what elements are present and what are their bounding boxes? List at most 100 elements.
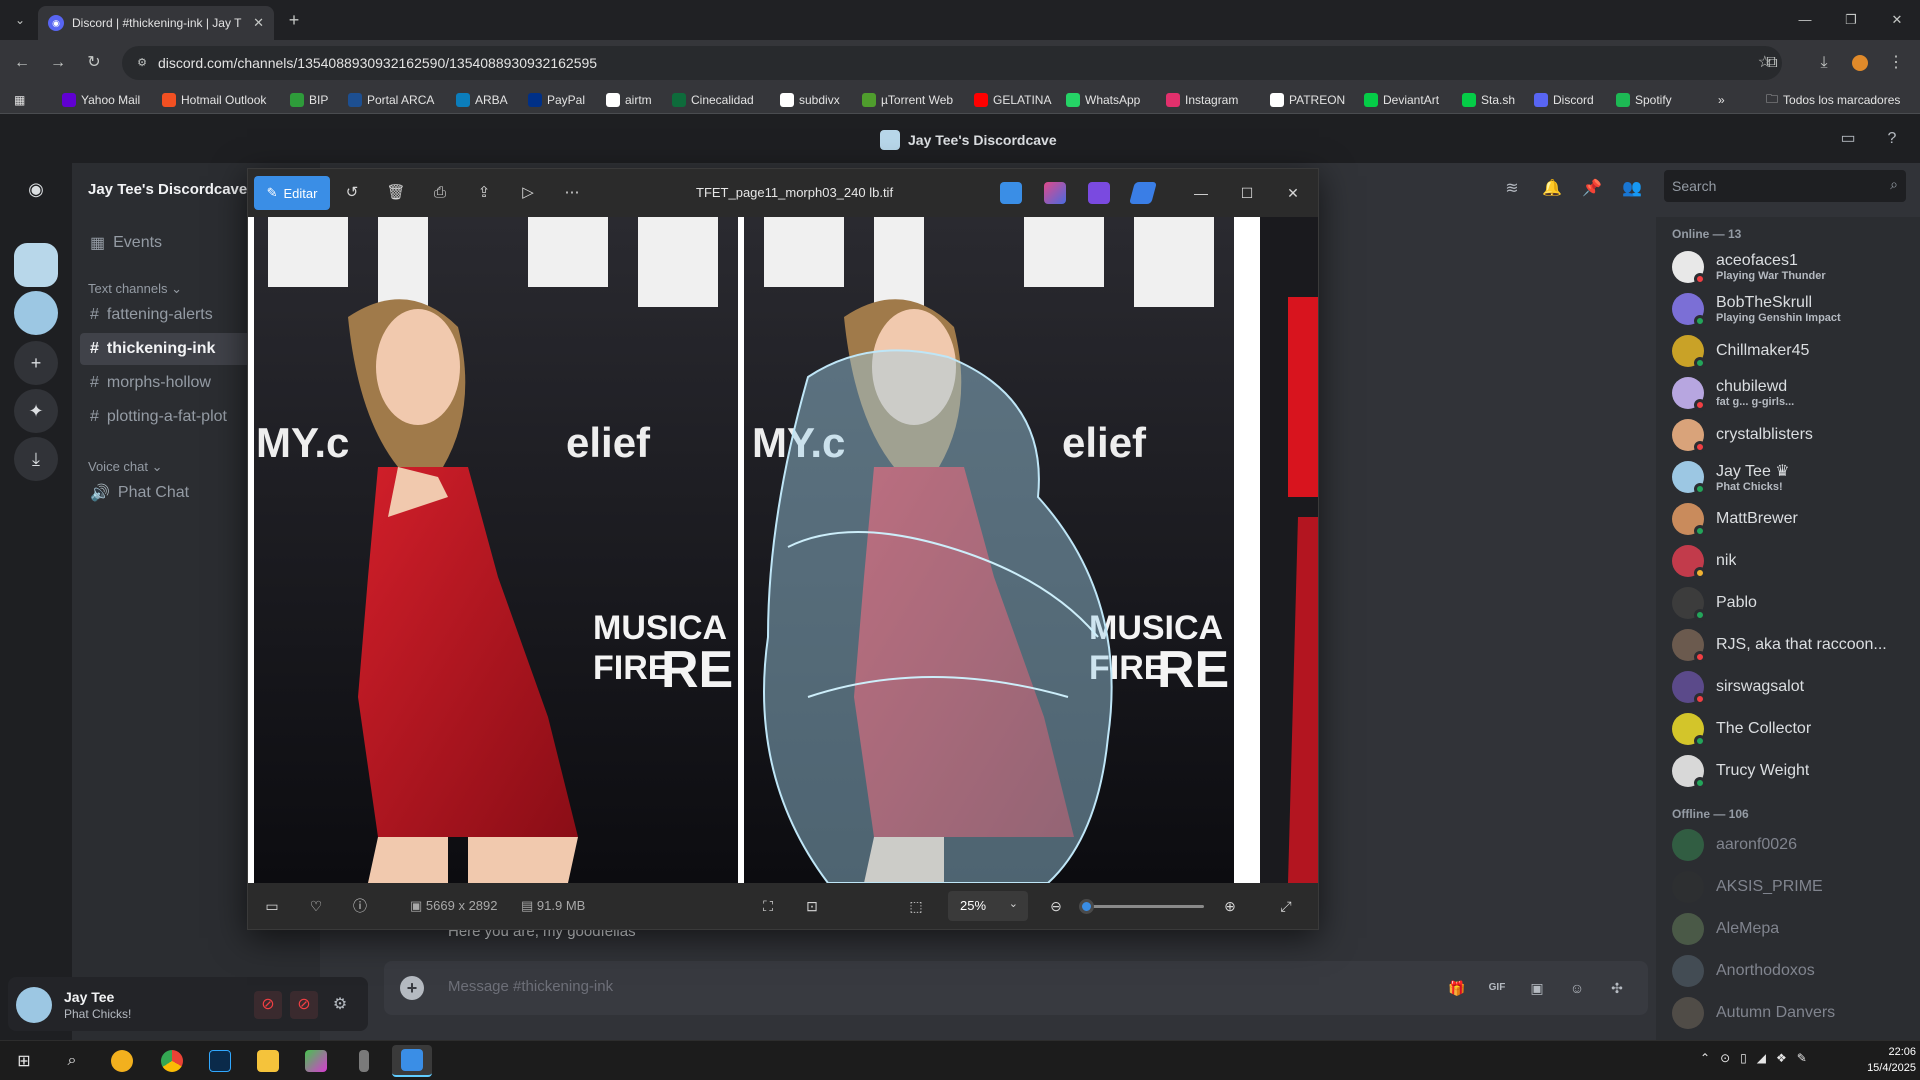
network-icon[interactable]: ◢ [1757, 1051, 1766, 1065]
start-windows-icon[interactable]: ⊞ [4, 1045, 44, 1077]
server-name[interactable]: Jay Tee's Discordcave [88, 181, 247, 198]
back-arrow-icon[interactable]: ← [10, 51, 34, 75]
bookmarks-overflow-icon[interactable]: » [1718, 91, 1725, 109]
taskbar-photos-icon[interactable] [392, 1045, 432, 1077]
browser-tab-active[interactable]: ◉ Discord | #thickening-ink | Jay T ✕ [38, 6, 274, 40]
notification-bell-icon[interactable]: 🔔 [1540, 177, 1564, 201]
member-item[interactable]: crystalblisters [1664, 415, 1912, 455]
zoom-level-dropdown[interactable]: 25% ⌄ [948, 891, 1028, 921]
bookmark-item[interactable]: Hotmail Outlook [162, 91, 266, 109]
tab-search-chevron-icon[interactable]: ⌄ [8, 8, 32, 32]
user-avatar[interactable] [16, 987, 52, 1023]
taskbar-audio-app-icon[interactable] [344, 1045, 384, 1077]
bookmark-item[interactable]: Instagram [1166, 91, 1238, 109]
member-item[interactable]: chubilewd fat g... g-girls... [1664, 373, 1912, 413]
voice-chat-category[interactable]: Voice chat ⌄ [88, 459, 163, 475]
sticker-icon[interactable]: ▣ [1524, 975, 1550, 1001]
reload-icon[interactable]: ↻ [82, 51, 106, 75]
help-icon[interactable]: ? [1880, 127, 1904, 151]
site-info-icon[interactable]: ⚙ [134, 55, 150, 71]
member-item[interactable]: AleMepa [1664, 909, 1912, 949]
bookmark-item[interactable]: Discord [1534, 91, 1594, 109]
edit-button[interactable]: ✎ Editar [254, 176, 330, 210]
discover-compass-icon[interactable]: ✦ [14, 389, 58, 433]
taskbar-chrome-icon[interactable] [152, 1045, 192, 1077]
tray-app-icon[interactable]: ⊙ [1720, 1051, 1730, 1065]
more-options-icon[interactable]: ⋯ [560, 181, 584, 205]
extensions-icon[interactable]: ⧉ [1760, 51, 1784, 75]
fullscreen-icon[interactable]: ⤢ [1274, 894, 1298, 918]
deafen-headphones-icon[interactable]: ⊘ [290, 991, 318, 1019]
zoom-in-icon[interactable]: ⊕ [1218, 894, 1242, 918]
gift-icon[interactable]: 🎁 [1444, 975, 1470, 1001]
zoom-slider[interactable] [1079, 899, 1204, 914]
bookmark-item[interactable]: subdivx [780, 91, 840, 109]
server-jay-tee[interactable] [14, 243, 58, 287]
add-server-icon[interactable]: + [14, 341, 58, 385]
discord-home-icon[interactable]: ◉ [14, 167, 58, 211]
image-canvas[interactable]: MY.c elief MUSICA FIRE RE MY.c elief MUS… [248, 217, 1318, 883]
emoji-icon[interactable]: ☺ [1564, 975, 1590, 1001]
pinned-messages-icon[interactable]: 📌 [1580, 177, 1604, 201]
bookmark-item[interactable]: Sta.sh [1462, 91, 1515, 109]
visual-search-icon[interactable]: ⛶ [756, 894, 780, 918]
onedrive-app-icon[interactable] [1129, 182, 1157, 204]
close-tab-icon[interactable]: ✕ [253, 15, 264, 31]
bookmark-item[interactable]: PayPal [528, 91, 585, 109]
fit-to-window-icon[interactable]: ⬚ [904, 894, 928, 918]
close-window-icon[interactable]: ✕ [1874, 8, 1920, 32]
designer-app-icon[interactable] [1044, 182, 1066, 204]
zoom-slider-thumb[interactable] [1079, 899, 1095, 914]
member-item[interactable]: BobTheSkrull Playing Genshin Impact [1664, 289, 1912, 329]
text-channels-category[interactable]: Text channels ⌄ [88, 281, 182, 297]
bookmark-item[interactable]: PATREON [1270, 91, 1345, 109]
taskbar-search-icon[interactable]: ⌕ [52, 1045, 92, 1077]
download-apps-icon[interactable]: ⤓ [14, 437, 58, 481]
slideshow-icon[interactable]: ▷ [516, 181, 540, 205]
member-item[interactable]: aaronf0026 [1664, 825, 1912, 865]
member-list-icon[interactable]: 👥 [1620, 177, 1644, 201]
file-info-icon[interactable]: ⓘ [348, 894, 372, 918]
member-item[interactable]: sirswagsalot [1664, 667, 1912, 707]
viewer-minimize-icon[interactable]: — [1186, 181, 1216, 205]
server-2[interactable] [14, 291, 58, 335]
restore-window-icon[interactable]: ❐ [1828, 8, 1874, 32]
downloads-icon[interactable]: ⤓ [1812, 51, 1836, 75]
member-item[interactable]: RJS, aka that raccoon... [1664, 625, 1912, 665]
photos-app-icon[interactable] [1000, 182, 1022, 204]
member-item[interactable]: AKSIS_PRIME [1664, 867, 1912, 907]
new-tab-plus-icon[interactable]: + [282, 8, 306, 32]
clipchamp-app-icon[interactable] [1088, 182, 1110, 204]
address-bar[interactable]: ⚙ discord.com/channels/13540889309321625… [122, 46, 1782, 80]
bookmark-item[interactable]: Portal ARCA [348, 91, 434, 109]
minimize-window-icon[interactable]: — [1782, 8, 1828, 32]
bookmark-item[interactable]: µTorrent Web [862, 91, 953, 109]
bookmark-item[interactable]: DeviantArt [1364, 91, 1439, 109]
member-item[interactable]: Jay Tee ♛ Phat Chicks! [1664, 457, 1912, 497]
member-item[interactable]: Pablo [1664, 583, 1912, 623]
favorite-heart-icon[interactable]: ♡ [304, 894, 328, 918]
taskbar-file-explorer-icon[interactable] [248, 1045, 288, 1077]
member-item[interactable]: MattBrewer [1664, 499, 1912, 539]
member-item[interactable]: nik [1664, 541, 1912, 581]
browser-menu-icon[interactable]: ⋮ [1884, 51, 1908, 75]
search-input[interactable]: Search ⌕ [1664, 170, 1906, 202]
mute-mic-icon[interactable]: ⊘ [254, 991, 282, 1019]
all-bookmarks-folder[interactable]: 🗀 Todos los marcadores [1766, 91, 1900, 109]
bookmark-item[interactable]: ARBA [456, 91, 508, 109]
user-settings-gear-icon[interactable]: ⚙ [326, 991, 354, 1019]
apps-grid-icon[interactable]: ▦ [14, 91, 25, 109]
member-item[interactable]: aceofaces1 Playing War Thunder [1664, 247, 1912, 287]
bookmark-item[interactable]: BIP [290, 91, 328, 109]
taskbar-photoshop-icon[interactable] [200, 1045, 240, 1077]
forward-arrow-icon[interactable]: → [46, 51, 70, 75]
bookmark-item[interactable]: Spotify [1616, 91, 1672, 109]
tray-chevron-up-icon[interactable]: ⌃ [1700, 1051, 1710, 1065]
bookmark-item[interactable]: WhatsApp [1066, 91, 1140, 109]
gif-icon[interactable]: GIF [1484, 975, 1510, 1001]
attach-plus-icon[interactable]: + [400, 976, 424, 1000]
battery-icon[interactable]: ▯ [1740, 1051, 1747, 1065]
member-item[interactable]: Anorthodoxos [1664, 951, 1912, 991]
taskbar-weather-icon[interactable] [102, 1045, 142, 1077]
member-item[interactable]: Autumn Danvers [1664, 993, 1912, 1033]
